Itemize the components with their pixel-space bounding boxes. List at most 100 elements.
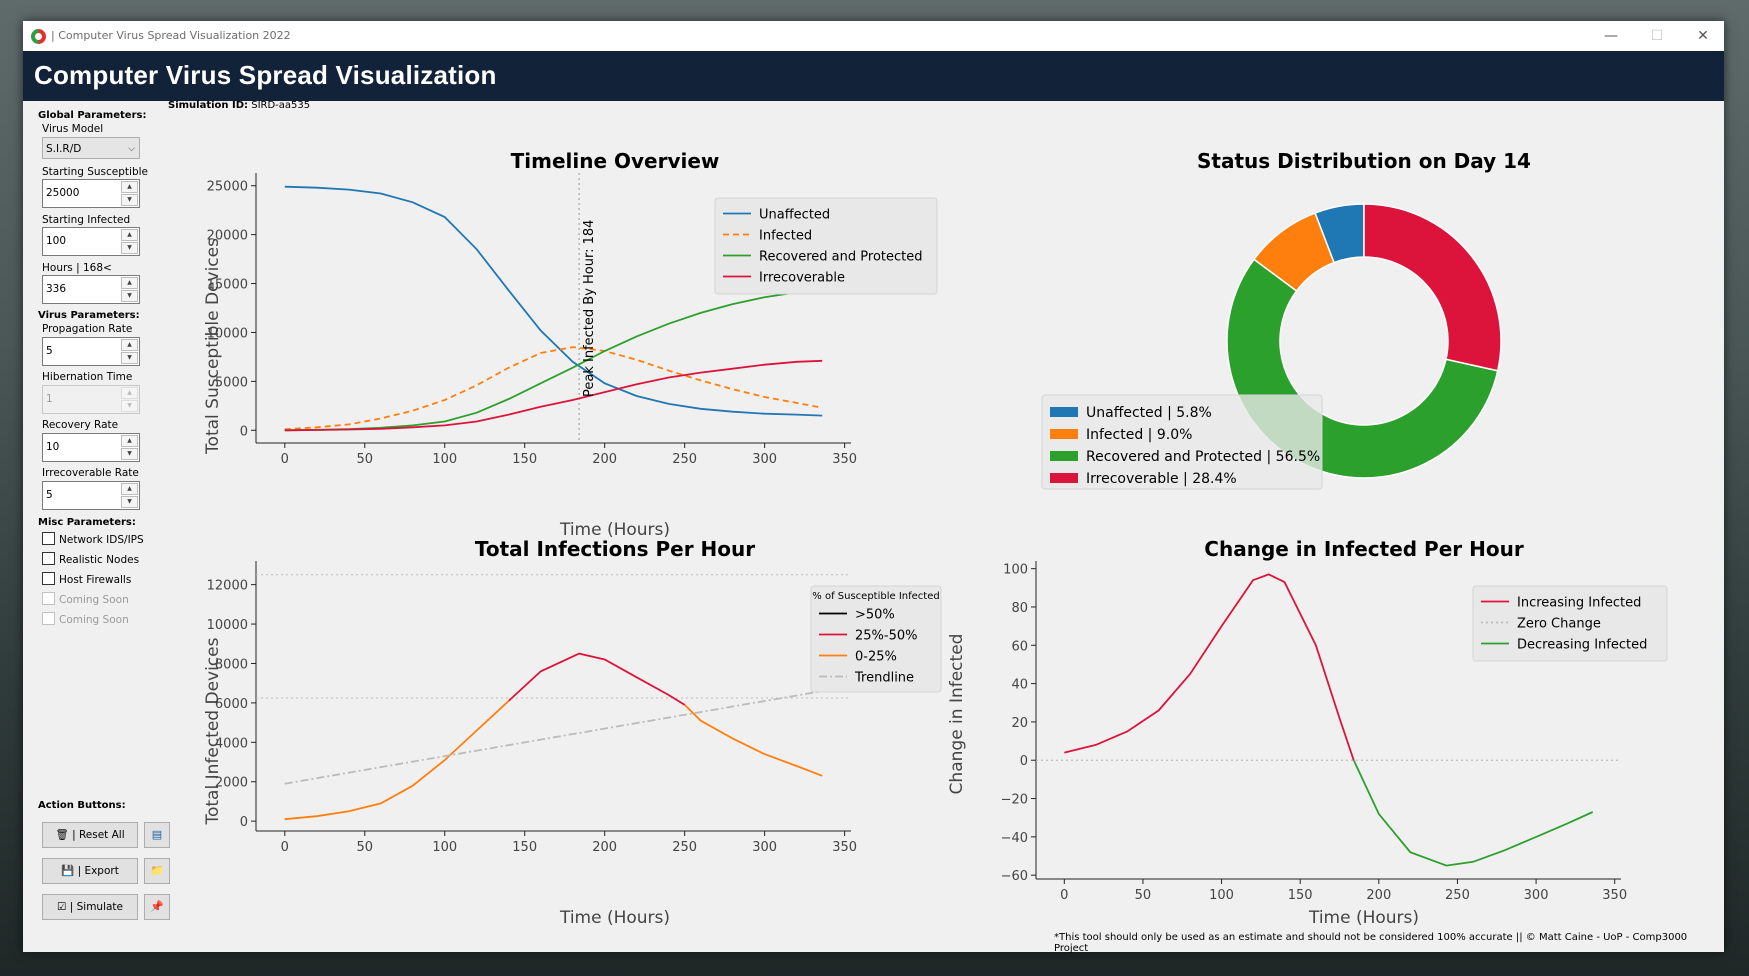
coming-soon-checkbox: Coming Soon (42, 592, 129, 607)
starting-infected-input[interactable]: 100 ▲ ▼ (42, 227, 140, 256)
spin-down-icon[interactable]: ▼ (121, 496, 138, 508)
minimize-button[interactable]: — (1588, 21, 1634, 51)
export-button[interactable]: 💾 | Export (42, 858, 138, 884)
change-in-infected-chart: Change in Infected Per Hour Change in In… (947, 537, 1668, 928)
legend-swatch (1050, 473, 1078, 483)
spin-down-icon[interactable]: ▼ (121, 352, 138, 364)
chart-title: Status Distribution on Day 14 (1197, 149, 1531, 173)
spin-up-icon[interactable]: ▲ (121, 435, 138, 447)
maximize-button[interactable]: ☐ (1634, 21, 1680, 51)
y-tick-label: 0 (240, 424, 248, 439)
legend-entry: Unaffected | 5.8% (1086, 405, 1212, 421)
legend-entry: 0-25% (855, 650, 897, 665)
y-tick-label: 8000 (215, 657, 248, 672)
series-line-trendline (284, 690, 823, 785)
spin-down-icon[interactable]: ▼ (121, 194, 138, 206)
x-tick-label: 250 (672, 452, 697, 467)
simulation-id-label: Simulation ID: (168, 100, 249, 111)
x-tick-label: 200 (592, 452, 617, 467)
series-line-infected (284, 346, 823, 431)
export-label: | Export (77, 865, 119, 877)
spin-up-icon[interactable]: ▲ (121, 181, 138, 193)
title-bar: | Computer Virus Spread Visualization 20… (23, 21, 1724, 51)
series-line-0-25- (684, 704, 823, 777)
x-tick-label: 250 (1445, 888, 1470, 903)
spin-down-icon[interactable]: ▼ (121, 242, 138, 254)
pin-button[interactable]: 📌 (144, 894, 170, 920)
x-tick-label: 100 (432, 452, 457, 467)
virus-parameters-heading: Virus Parameters: (38, 310, 140, 321)
spin-down-icon[interactable]: ▼ (121, 290, 138, 302)
recovery-rate-input[interactable]: 10 ▲ ▼ (42, 433, 140, 462)
spin-up-icon[interactable]: ▲ (121, 277, 138, 289)
chart-title: Total Infections Per Hour (475, 537, 755, 561)
y-tick-label: 60 (1011, 639, 1028, 654)
window-icon: ▤ (151, 828, 163, 841)
series-line-irrecoverable (284, 359, 823, 432)
disclaimer-footer: *This tool should only be used as an est… (1054, 932, 1688, 954)
checkbox-icon (42, 592, 55, 605)
checkbox-icon (42, 532, 55, 545)
x-axis-label: Time (Hours) (559, 908, 670, 928)
spin-up-icon[interactable]: ▲ (121, 339, 138, 351)
y-tick-label: 25000 (207, 180, 248, 195)
virus-model-value: S.I.R/D (46, 143, 82, 155)
series-line-decreasing-infected (1352, 759, 1594, 867)
x-tick-label: 100 (432, 840, 457, 855)
simulation-id-value: SIRD-aa535 (251, 100, 311, 111)
y-tick-label: −40 (1001, 831, 1028, 846)
spin-down-icon: ▼ (121, 400, 138, 412)
open-folder-button[interactable]: 📁 (144, 858, 170, 884)
checkbox-label: Realistic Nodes (59, 554, 140, 566)
irrecoverable-rate-input[interactable]: 5 ▲ ▼ (42, 481, 140, 510)
y-tick-label: 10000 (207, 618, 248, 633)
window-button[interactable]: ▤ (144, 822, 170, 848)
hours-input[interactable]: 336 ▲ ▼ (42, 275, 140, 304)
legend-entry: Recovered and Protected | 56.5% (1086, 449, 1320, 465)
x-tick-label: 200 (592, 840, 617, 855)
misc-parameters-heading: Misc Parameters: (38, 517, 136, 528)
spin-up-icon[interactable]: ▲ (121, 229, 138, 241)
propagation-rate-input[interactable]: 5 ▲ ▼ (42, 337, 140, 366)
legend-entry: Unaffected (759, 208, 830, 223)
x-tick-label: 150 (1288, 888, 1313, 903)
legend-entry: Infected (759, 229, 812, 244)
x-tick-label: 350 (1602, 888, 1627, 903)
x-tick-label: 300 (1524, 888, 1549, 903)
chart-title: Timeline Overview (511, 149, 720, 173)
y-tick-label: 10000 (207, 326, 248, 341)
y-tick-label: −60 (1001, 869, 1028, 884)
virus-model-select[interactable]: S.I.R/D ⌵ (42, 137, 140, 159)
recovery-rate-value: 10 (46, 441, 60, 453)
y-tick-label: 80 (1011, 601, 1028, 616)
x-axis-label: Time (Hours) (1308, 908, 1419, 928)
legend-entry: 25%-50% (855, 629, 917, 644)
y-tick-label: 4000 (215, 736, 248, 751)
starting-susceptible-input[interactable]: 25000 ▲ ▼ (42, 179, 140, 208)
x-tick-label: 100 (1209, 888, 1234, 903)
legend-swatch (1050, 429, 1078, 439)
spin-up-icon[interactable]: ▲ (121, 483, 138, 495)
spin-up-icon: ▲ (121, 387, 138, 399)
legend-swatch (1050, 451, 1078, 461)
series-line-25-50- (508, 652, 686, 706)
x-tick-label: 50 (356, 840, 373, 855)
network-ids-checkbox[interactable]: Network IDS/IPS (42, 532, 144, 547)
spin-down-icon[interactable]: ▼ (121, 448, 138, 460)
realistic-nodes-checkbox[interactable]: Realistic Nodes (42, 552, 139, 567)
chevron-down-icon: ⌵ (128, 144, 135, 154)
simulate-button[interactable]: ☑ | Simulate (42, 894, 138, 920)
series-line-recovered-and-protected (284, 289, 823, 432)
donut-slice (1363, 203, 1502, 372)
y-axis-label: Total Susceptible Devices (203, 238, 223, 455)
checkbox-icon (42, 552, 55, 565)
reset-all-button[interactable]: 🗑 | Reset All (42, 822, 138, 848)
legend-entry: Decreasing Infected (1517, 638, 1647, 653)
propagation-rate-value: 5 (46, 345, 53, 357)
y-tick-label: 5000 (215, 375, 248, 390)
host-firewalls-checkbox[interactable]: Host Firewalls (42, 572, 131, 587)
x-tick-label: 0 (1060, 888, 1068, 903)
hours-value: 336 (46, 283, 67, 295)
close-button[interactable]: ✕ (1680, 21, 1726, 51)
legend-entry: Increasing Infected (1517, 596, 1641, 611)
